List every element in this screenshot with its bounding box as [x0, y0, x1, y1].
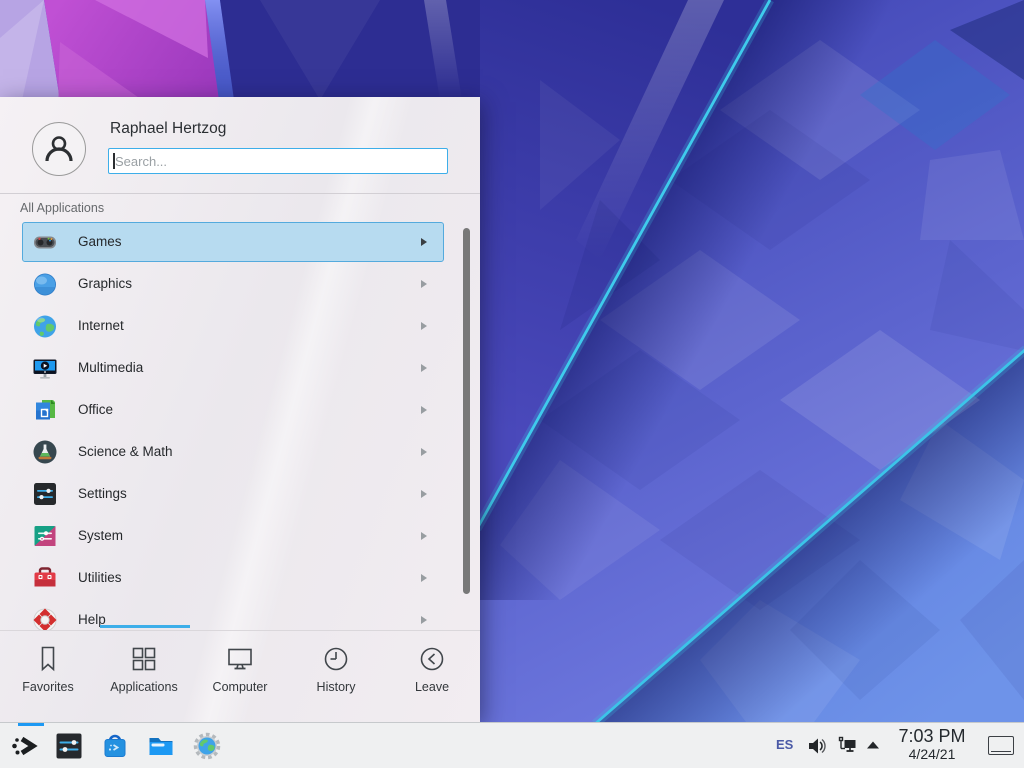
media-player-icon — [31, 354, 59, 382]
clock-time: 7:03 PM — [888, 727, 976, 747]
digital-clock[interactable]: 7:03 PM 4/24/21 — [888, 727, 976, 762]
grid-icon — [129, 644, 159, 674]
active-task-indicator — [18, 723, 44, 726]
category-office[interactable]: Office — [0, 389, 480, 431]
search-input[interactable] — [108, 148, 448, 174]
globe-icon — [31, 312, 59, 340]
submenu-arrow-icon — [421, 448, 427, 456]
network-icon[interactable] — [836, 735, 858, 757]
taskbar-app-launcher-button[interactable] — [9, 730, 41, 762]
volume-icon[interactable] — [806, 735, 828, 757]
leave-icon — [417, 644, 447, 674]
category-list: Games Graphics Internet — [0, 221, 480, 630]
submenu-arrow-icon — [421, 406, 427, 414]
lifebuoy-icon — [31, 606, 59, 630]
monitor-icon — [225, 644, 255, 674]
taskbar-discover-button[interactable] — [100, 731, 130, 761]
sliders-icon — [31, 480, 59, 508]
category-settings[interactable]: Settings — [0, 473, 480, 515]
category-multimedia[interactable]: Multimedia — [0, 347, 480, 389]
shopping-bag-icon — [100, 731, 130, 761]
submenu-arrow-icon — [421, 322, 427, 330]
category-games[interactable]: Games — [0, 221, 480, 263]
kde-logo-icon — [9, 730, 41, 762]
category-utilities[interactable]: Utilities — [0, 557, 480, 599]
scrollbar-thumb[interactable] — [463, 228, 470, 594]
category-system[interactable]: System — [0, 515, 480, 557]
category-graphics[interactable]: Graphics — [0, 263, 480, 305]
submenu-arrow-icon — [421, 574, 427, 582]
category-science-math[interactable]: Science & Math — [0, 431, 480, 473]
settings-sliders-icon — [54, 731, 84, 761]
submenu-arrow-icon — [421, 238, 427, 246]
taskbar-web-browser-button[interactable] — [192, 731, 222, 761]
flask-icon — [31, 438, 59, 466]
active-tab-indicator — [100, 625, 190, 628]
taskbar-system-settings-button[interactable] — [54, 731, 84, 761]
show-desktop-button[interactable] — [988, 736, 1014, 755]
toolbox-icon — [31, 564, 59, 592]
tab-applications[interactable]: Applications — [96, 631, 192, 723]
tab-computer[interactable]: Computer — [192, 631, 288, 723]
submenu-arrow-icon — [421, 364, 427, 372]
tab-favorites[interactable]: Favorites — [0, 631, 96, 723]
user-name: Raphael Hertzog — [110, 120, 226, 138]
user-avatar[interactable] — [32, 122, 86, 176]
system-sliders-icon — [31, 522, 59, 550]
category-label: Games — [78, 221, 122, 263]
launcher-tab-bar: Favorites Applications Computer — [0, 630, 480, 723]
folder-icon — [146, 731, 176, 761]
clock-icon — [321, 644, 351, 674]
globe-gear-icon — [192, 731, 222, 761]
taskbar-file-manager-button[interactable] — [146, 731, 176, 761]
tab-leave[interactable]: Leave — [384, 631, 480, 723]
text-cursor — [113, 153, 115, 169]
category-internet[interactable]: Internet — [0, 305, 480, 347]
tab-history[interactable]: History — [288, 631, 384, 723]
application-launcher-panel: Raphael Hertzog All Applications Games — [0, 97, 480, 722]
keyboard-layout-indicator[interactable]: ES — [776, 737, 793, 752]
bookmark-icon — [33, 644, 63, 674]
submenu-arrow-icon — [421, 616, 427, 624]
taskbar: ES 7:03 PM 4/24/21 — [0, 722, 1024, 768]
person-icon — [42, 132, 76, 166]
gamepad-icon — [31, 228, 59, 256]
clock-date: 4/24/21 — [888, 747, 976, 762]
header-separator — [0, 193, 480, 194]
documents-icon — [31, 396, 59, 424]
expand-arrow-icon[interactable] — [864, 735, 882, 757]
submenu-arrow-icon — [421, 280, 427, 288]
sphere-icon — [31, 270, 59, 298]
submenu-arrow-icon — [421, 490, 427, 498]
category-help[interactable]: Help — [0, 599, 480, 630]
submenu-arrow-icon — [421, 532, 427, 540]
section-label: All Applications — [20, 201, 104, 215]
